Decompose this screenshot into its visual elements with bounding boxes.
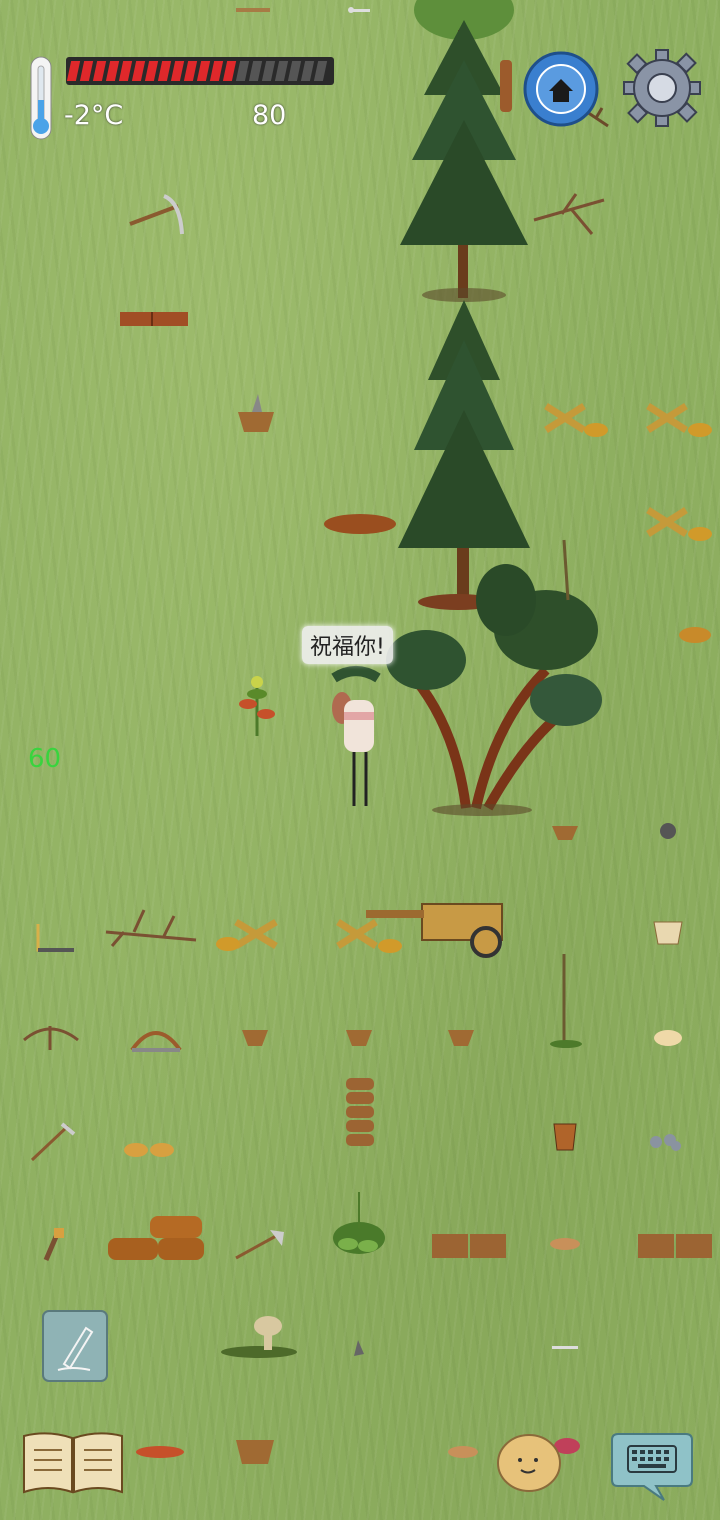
thermometer-icon — [30, 56, 52, 140]
bread-item[interactable] — [122, 1140, 178, 1160]
gear-icon — [623, 49, 701, 127]
emote-button[interactable] — [496, 1432, 562, 1494]
log-item[interactable] — [500, 60, 514, 112]
seed-pile-item[interactable] — [678, 622, 712, 644]
plate-item[interactable] — [548, 1236, 582, 1252]
bone-item[interactable] — [550, 1342, 582, 1354]
flour-sack-item[interactable] — [650, 914, 686, 946]
bowl-item[interactable] — [344, 1024, 374, 1048]
dirt-pile-item[interactable] — [322, 508, 398, 534]
wheat-sheaf-item[interactable] — [646, 400, 712, 440]
home-button[interactable] — [522, 50, 600, 128]
settings-button[interactable] — [622, 48, 702, 128]
bowl-item[interactable] — [550, 820, 580, 842]
speech-bubble: 祝福你! — [302, 626, 393, 664]
temperature-readout: -2°C — [64, 100, 124, 131]
planks-item[interactable] — [118, 308, 190, 330]
health-value: 80 — [252, 100, 287, 131]
flint-item[interactable] — [648, 1132, 684, 1152]
stick-item[interactable] — [236, 6, 272, 14]
chat-keyboard-button[interactable] — [610, 1432, 694, 1502]
mushroom-patch[interactable] — [218, 1304, 300, 1358]
hoe-item[interactable] — [28, 1120, 76, 1164]
wheat-sheaf-item[interactable] — [544, 400, 608, 440]
hay-bale-item[interactable] — [636, 1226, 714, 1262]
bucket-item[interactable] — [552, 1120, 578, 1152]
axe-item[interactable] — [232, 1226, 288, 1262]
game-world[interactable]: -2°C 80 60 祝福你! — [0, 0, 720, 1520]
book-icon — [23, 1432, 123, 1494]
chisel-item[interactable] — [38, 1226, 68, 1262]
bow-saw-item[interactable] — [34, 920, 78, 954]
bowl-stack-item[interactable] — [344, 1076, 376, 1152]
wheat-sheaf-item[interactable] — [214, 916, 280, 956]
journal-button[interactable] — [20, 1430, 126, 1496]
floating-number: 60 — [28, 744, 62, 774]
dough-item[interactable] — [652, 1026, 684, 1046]
crossbow-item[interactable] — [22, 1020, 80, 1050]
potato-face-icon — [497, 1434, 561, 1492]
carrot-item[interactable] — [134, 1440, 188, 1464]
cart-item[interactable] — [366, 902, 508, 962]
branch-item[interactable] — [532, 190, 606, 236]
stone-shard-item[interactable] — [350, 1338, 366, 1358]
bowl-item[interactable] — [446, 1024, 476, 1048]
bone-item[interactable] — [348, 6, 374, 16]
juniper-tree[interactable] — [386, 539, 606, 820]
log-pile-item[interactable] — [106, 1214, 206, 1264]
basket-item[interactable] — [234, 1434, 276, 1466]
bow-saw-item[interactable] — [128, 1022, 184, 1056]
edit-button[interactable] — [42, 1310, 108, 1382]
carrot-plant[interactable] — [236, 674, 278, 738]
bowl-item[interactable] — [240, 1024, 270, 1048]
wheat-sheaf-item[interactable] — [646, 504, 712, 544]
health-bar — [66, 57, 334, 85]
sapling-item[interactable] — [548, 952, 584, 1050]
plate-item[interactable] — [446, 1444, 480, 1460]
hay-bale-item[interactable] — [430, 1226, 508, 1262]
pine-tree[interactable] — [384, 0, 544, 305]
stone-item[interactable] — [658, 822, 678, 840]
player-character[interactable] — [326, 666, 390, 812]
cucumber-plant[interactable] — [328, 1188, 390, 1262]
basket-item[interactable] — [234, 392, 278, 436]
branch-item[interactable] — [104, 906, 198, 952]
pickaxe-item[interactable] — [128, 192, 188, 238]
